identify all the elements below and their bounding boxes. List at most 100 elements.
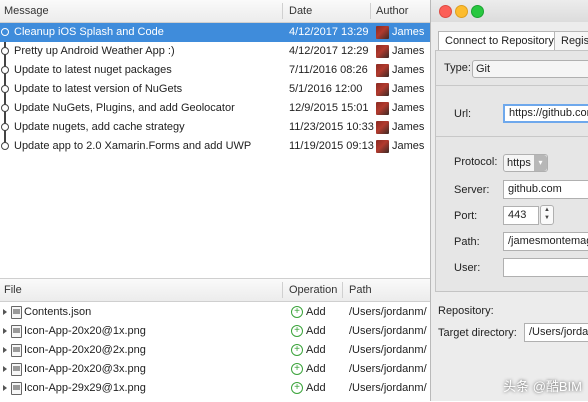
commit-row[interactable]: Cleanup iOS Splash and Code 4/12/2017 13… bbox=[0, 23, 430, 42]
file-path: /Users/jordanm/ bbox=[349, 344, 427, 356]
commit-row[interactable]: Update app to 2.0 Xamarin.Forms and add … bbox=[0, 137, 430, 156]
commit-date: 12/9/2015 15:01 bbox=[289, 102, 369, 114]
commit-message: Cleanup iOS Splash and Code bbox=[14, 26, 164, 38]
image-file-icon bbox=[11, 382, 22, 395]
author-avatar bbox=[376, 64, 389, 77]
file-row[interactable]: Icon-App-20x20@2x.png + Add /Users/jorda… bbox=[0, 341, 430, 360]
files-column-header: File Operation Path bbox=[0, 279, 430, 302]
commit-message: Update NuGets, Plugins, and add Geolocat… bbox=[14, 102, 235, 114]
author-column-header[interactable]: Author bbox=[376, 5, 408, 17]
commit-date: 5/1/2016 12:00 bbox=[289, 83, 363, 95]
protocol-label: Protocol: bbox=[454, 156, 498, 168]
disclosure-triangle-icon[interactable] bbox=[3, 309, 7, 315]
file-operation: Add bbox=[306, 344, 326, 356]
port-label: Port: bbox=[454, 210, 478, 222]
author-avatar bbox=[376, 26, 389, 39]
type-select[interactable]: Git bbox=[472, 60, 588, 78]
commit-column-header: Message Date Author bbox=[0, 0, 430, 23]
column-divider[interactable] bbox=[282, 3, 283, 19]
author-avatar bbox=[376, 83, 389, 96]
file-path: /Users/jordanm/ bbox=[349, 382, 427, 394]
commit-node-icon bbox=[1, 85, 9, 93]
file-operation: Add bbox=[306, 306, 326, 318]
file-row[interactable]: Icon-App-29x29@1x.png + Add /Users/jorda… bbox=[0, 379, 430, 398]
commit-author: James bbox=[392, 26, 425, 38]
file-name: Icon-App-20x20@3x.png bbox=[24, 363, 146, 375]
dialog-titlebar[interactable] bbox=[431, 0, 588, 22]
protocol-select[interactable]: https ▾ bbox=[503, 154, 548, 172]
commit-author: James bbox=[392, 83, 425, 95]
divider bbox=[436, 85, 588, 86]
file-name: Icon-App-20x20@1x.png bbox=[24, 325, 146, 337]
chevron-down-icon: ▾ bbox=[534, 155, 547, 171]
add-icon: + bbox=[291, 382, 303, 394]
user-input[interactable] bbox=[503, 258, 588, 277]
image-file-icon bbox=[11, 325, 22, 338]
commit-row[interactable]: Update to latest version of NuGets 5/1/2… bbox=[0, 80, 430, 99]
add-icon: + bbox=[291, 306, 303, 318]
date-column-header[interactable]: Date bbox=[289, 5, 312, 17]
commit-author: James bbox=[392, 102, 425, 114]
divider bbox=[436, 136, 588, 137]
changed-files-pane: File Operation Path Contents.json + Add … bbox=[0, 278, 430, 402]
tab-connect-to-repository[interactable]: Connect to Repository bbox=[438, 31, 561, 50]
author-avatar bbox=[376, 121, 389, 134]
commit-row[interactable]: Pretty up Android Weather App :) 4/12/20… bbox=[0, 42, 430, 61]
commit-row[interactable]: Update nugets, add cache strategy 11/23/… bbox=[0, 118, 430, 137]
add-icon: + bbox=[291, 325, 303, 337]
disclosure-triangle-icon[interactable] bbox=[3, 385, 7, 391]
commit-author: James bbox=[392, 140, 425, 152]
close-window-button[interactable] bbox=[439, 5, 452, 18]
path-column-header[interactable]: Path bbox=[349, 284, 372, 296]
commit-date: 11/19/2015 09:13 bbox=[289, 140, 374, 152]
file-column-header[interactable]: File bbox=[4, 284, 22, 296]
file-path: /Users/jordanm/ bbox=[349, 363, 427, 375]
disclosure-triangle-icon[interactable] bbox=[3, 366, 7, 372]
image-file-icon bbox=[11, 344, 22, 357]
commit-node-icon bbox=[1, 123, 9, 131]
type-selected-value: Git bbox=[476, 63, 491, 75]
connect-repository-dialog: Connect to Repository Regist Type: Git U… bbox=[430, 0, 588, 401]
commit-date: 7/11/2016 08:26 bbox=[289, 64, 368, 76]
protocol-selected-value: https bbox=[507, 157, 531, 169]
port-stepper[interactable]: ▲ ▼ bbox=[540, 205, 554, 225]
commit-row[interactable]: Update to latest nuget packages 7/11/201… bbox=[0, 61, 430, 80]
operation-column-header[interactable]: Operation bbox=[289, 284, 337, 296]
commit-date: 4/12/2017 12:29 bbox=[289, 45, 369, 57]
server-label: Server: bbox=[454, 184, 490, 196]
column-divider[interactable] bbox=[342, 282, 343, 298]
commit-author: James bbox=[392, 121, 425, 133]
file-row[interactable]: Icon-App-20x20@3x.png + Add /Users/jorda… bbox=[0, 360, 430, 379]
file-path: /Users/jordanm/ bbox=[349, 306, 427, 318]
repository-label: Repository: bbox=[438, 305, 494, 317]
message-column-header[interactable]: Message bbox=[4, 5, 49, 17]
author-avatar bbox=[376, 102, 389, 115]
disclosure-triangle-icon[interactable] bbox=[3, 328, 7, 334]
add-icon: + bbox=[291, 344, 303, 356]
tab-registered-repositories[interactable]: Regist bbox=[554, 31, 588, 50]
commit-row[interactable]: Update NuGets, Plugins, and add Geolocat… bbox=[0, 99, 430, 118]
file-operation: Add bbox=[306, 363, 326, 375]
add-icon: + bbox=[291, 363, 303, 375]
commit-author: James bbox=[392, 64, 425, 76]
commit-author: James bbox=[392, 45, 425, 57]
minimize-window-button[interactable] bbox=[455, 5, 468, 18]
file-icon bbox=[11, 306, 22, 319]
disclosure-triangle-icon[interactable] bbox=[3, 347, 7, 353]
column-divider[interactable] bbox=[370, 3, 371, 19]
server-input[interactable]: github.com bbox=[503, 180, 588, 199]
file-operation: Add bbox=[306, 325, 326, 337]
user-label: User: bbox=[454, 262, 481, 274]
zoom-window-button[interactable] bbox=[471, 5, 484, 18]
path-input[interactable]: /jamesmontemagno/ bbox=[503, 232, 588, 251]
file-row[interactable]: Icon-App-20x20@1x.png + Add /Users/jorda… bbox=[0, 322, 430, 341]
file-name: Icon-App-29x29@1x.png bbox=[24, 382, 146, 394]
url-input[interactable]: https://github.com/ bbox=[503, 104, 588, 123]
connection-settings-panel: Type: Git Url: https://github.com/ Proto… bbox=[435, 50, 588, 292]
target-directory-input[interactable]: /Users/jordanm bbox=[524, 323, 588, 342]
column-divider[interactable] bbox=[282, 282, 283, 298]
file-row[interactable]: Contents.json + Add /Users/jordanm/ bbox=[0, 303, 430, 322]
file-operation: Add bbox=[306, 382, 326, 394]
port-input[interactable]: 443 bbox=[503, 206, 539, 225]
commit-node-icon bbox=[1, 47, 9, 55]
